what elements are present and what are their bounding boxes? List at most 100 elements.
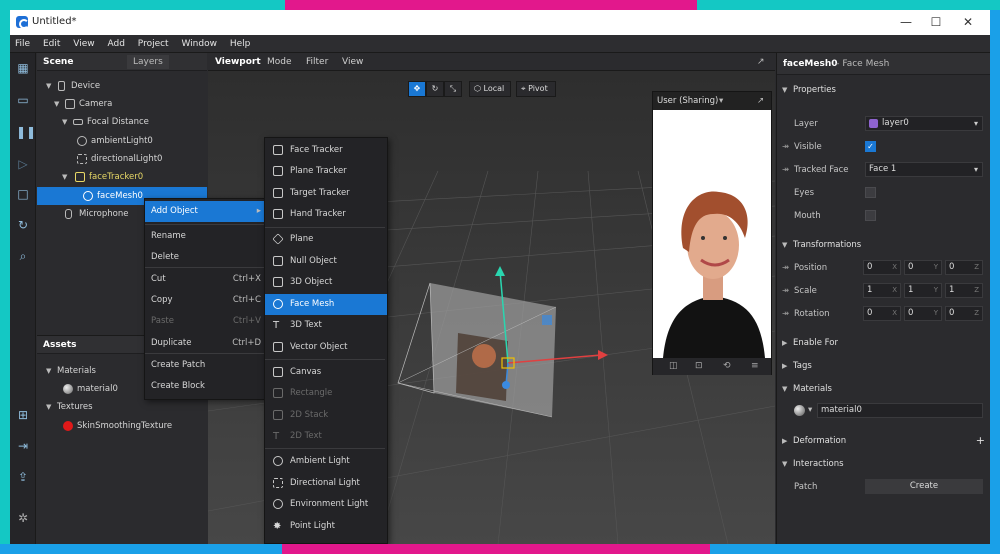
link-icon[interactable]: ↠ xyxy=(782,165,789,175)
tree-item-face-tracker[interactable]: ▼ faceTracker0 xyxy=(37,168,207,186)
close-button[interactable]: ✕ xyxy=(954,13,982,31)
position-y-field[interactable]: 0Y xyxy=(904,260,942,275)
pivot-toggle-button[interactable]: ⌖ Pivot xyxy=(516,81,556,97)
section-properties[interactable]: ▼ Properties xyxy=(777,80,990,100)
link-icon[interactable]: ↠ xyxy=(782,142,789,152)
add-vector-object[interactable]: Vector Object xyxy=(265,337,387,358)
section-interactions[interactable]: ▼ Interactions xyxy=(777,454,990,474)
context-delete[interactable]: Delete xyxy=(145,247,265,268)
material-field[interactable]: material0 xyxy=(817,403,983,418)
menu-project[interactable]: Project xyxy=(133,35,174,53)
visible-checkbox[interactable]: ✓ xyxy=(865,141,876,152)
tracked-face-dropdown[interactable]: Face 1 ▾ xyxy=(865,162,983,177)
chevron-down-icon[interactable]: ▼ xyxy=(54,95,59,113)
link-icon[interactable]: ↠ xyxy=(782,286,789,296)
video-icon[interactable]: ▭ xyxy=(16,93,30,107)
chevron-down-icon[interactable]: ▼ xyxy=(46,362,51,380)
link-icon[interactable]: ↠ xyxy=(782,263,789,273)
section-materials[interactable]: ▼ Materials xyxy=(777,379,990,399)
menu-edit[interactable]: Edit xyxy=(38,35,65,53)
menu-window[interactable]: Window xyxy=(176,35,222,53)
position-x-field[interactable]: 0X xyxy=(863,260,901,275)
assets-textures-group[interactable]: ▼ Textures xyxy=(37,398,207,416)
add-asset-icon[interactable]: ⊞ xyxy=(16,408,30,422)
tab-layers[interactable]: Layers xyxy=(127,55,169,69)
create-patch-button[interactable]: Create xyxy=(865,479,983,494)
add-ambient-light[interactable]: Ambient Light xyxy=(265,451,387,472)
menu-file[interactable]: File xyxy=(10,35,35,53)
chevron-down-icon[interactable]: ▼ xyxy=(46,77,51,95)
menu-help[interactable]: Help xyxy=(225,35,256,53)
minimize-button[interactable]: — xyxy=(892,13,920,31)
chevron-down-icon[interactable]: ▾ xyxy=(808,405,812,415)
add-plane-tracker[interactable]: Plane Tracker xyxy=(265,161,387,182)
chevron-down-icon[interactable]: ▼ xyxy=(46,398,51,416)
add-3d-object[interactable]: 3D Object xyxy=(265,272,387,293)
simulator-title[interactable]: User (Sharing) xyxy=(657,96,718,106)
position-z-field[interactable]: 0Z xyxy=(945,260,983,275)
asset-texture-item[interactable]: SkinSmoothingTexture xyxy=(37,417,207,435)
section-enable-for[interactable]: ▶ Enable For xyxy=(777,333,990,353)
context-create-patch[interactable]: Create Patch xyxy=(145,355,265,376)
mouth-checkbox[interactable] xyxy=(865,210,876,221)
maximize-button[interactable]: ☐ xyxy=(922,13,950,31)
add-point-light[interactable]: ✸ Point Light xyxy=(265,516,387,537)
menu-icon[interactable]: ≡ xyxy=(751,358,759,375)
external-link-icon[interactable]: ↗ xyxy=(757,57,765,67)
play-icon[interactable]: ▷ xyxy=(16,157,30,171)
link-icon[interactable]: ↠ xyxy=(782,309,789,319)
rotate-tool-icon[interactable]: ↻ xyxy=(426,81,444,97)
context-duplicate[interactable]: Duplicate Ctrl+D xyxy=(145,333,265,354)
tree-item-directional-light[interactable]: directionalLight0 xyxy=(37,150,207,168)
screenshot-icon[interactable]: ⊡ xyxy=(695,358,703,375)
chevron-down-icon[interactable]: ▼ xyxy=(62,168,67,186)
refresh-icon[interactable]: ↻ xyxy=(16,218,30,232)
tree-item-focal-distance[interactable]: ▼ Focal Distance xyxy=(37,113,207,131)
tab-view[interactable]: View xyxy=(342,57,363,67)
context-create-block[interactable]: Create Block xyxy=(145,376,265,397)
scale-y-field[interactable]: 1Y xyxy=(904,283,942,298)
tab-viewport[interactable]: Viewport xyxy=(215,57,261,67)
external-link-icon[interactable]: ↗ xyxy=(757,92,764,110)
context-cut[interactable]: Cut Ctrl+X xyxy=(145,269,265,290)
add-hand-tracker[interactable]: Hand Tracker xyxy=(265,204,387,225)
add-target-tracker[interactable]: Target Tracker xyxy=(265,183,387,204)
add-3d-text[interactable]: T 3D Text xyxy=(265,315,387,336)
layer-dropdown[interactable]: layer0 ▾ xyxy=(865,116,983,131)
rotate-device-icon[interactable]: ⟲ xyxy=(723,358,731,375)
export-icon[interactable]: ⇪ xyxy=(16,470,30,484)
add-icon[interactable]: + xyxy=(976,431,985,451)
tab-filter[interactable]: Filter xyxy=(306,57,328,67)
menu-view[interactable]: View xyxy=(68,35,99,53)
add-face-tracker[interactable]: Face Tracker xyxy=(265,140,387,161)
local-toggle-button[interactable]: ⬡ Local xyxy=(469,81,511,97)
debug-icon[interactable]: ✲ xyxy=(16,511,30,525)
add-null-object[interactable]: Null Object xyxy=(265,251,387,272)
add-canvas[interactable]: Canvas xyxy=(265,362,387,383)
search-icon[interactable]: ⌕ xyxy=(16,249,30,263)
add-environment-light[interactable]: Environment Light xyxy=(265,494,387,515)
section-deformation[interactable]: ▶ Deformation + xyxy=(777,431,990,451)
scale-tool-icon[interactable]: ⤡ xyxy=(444,81,462,97)
tree-item-camera[interactable]: ▼ Camera xyxy=(37,95,207,113)
stop-icon[interactable]: □ xyxy=(16,187,30,201)
tab-mode[interactable]: Mode xyxy=(267,57,292,67)
camera-icon[interactable]: ◫ xyxy=(669,358,678,375)
section-transformations[interactable]: ▼ Transformations xyxy=(777,235,990,255)
add-plane[interactable]: Plane xyxy=(265,229,387,250)
rotation-z-field[interactable]: 0Z xyxy=(945,306,983,321)
menu-add[interactable]: Add xyxy=(102,35,129,53)
move-tool-icon[interactable]: ✥ xyxy=(408,81,426,97)
tree-item-ambient-light[interactable]: ambientLight0 xyxy=(37,132,207,150)
add-face-mesh[interactable]: Face Mesh xyxy=(265,294,387,315)
rotation-y-field[interactable]: 0Y xyxy=(904,306,942,321)
eyes-checkbox[interactable] xyxy=(865,187,876,198)
rotation-x-field[interactable]: 0X xyxy=(863,306,901,321)
pause-icon[interactable]: ❚❚ xyxy=(16,125,36,139)
context-copy[interactable]: Copy Ctrl+C xyxy=(145,290,265,311)
chevron-down-icon[interactable]: ▼ xyxy=(62,113,67,131)
import-icon[interactable]: ⇥ xyxy=(16,439,30,453)
tree-item-device[interactable]: ▼ Device xyxy=(37,77,207,95)
scale-x-field[interactable]: 1X xyxy=(863,283,901,298)
tab-scene[interactable]: Scene xyxy=(43,57,73,67)
